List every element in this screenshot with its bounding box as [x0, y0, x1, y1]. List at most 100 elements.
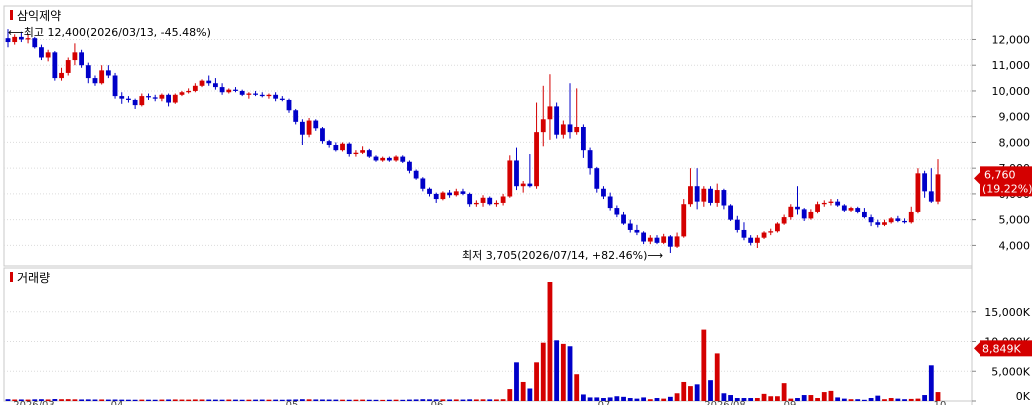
- volume-bar: [534, 362, 539, 401]
- volume-bar: [393, 399, 399, 401]
- volume-bar: [708, 380, 713, 401]
- volume-bar: [507, 389, 513, 401]
- candle-body: [527, 183, 533, 187]
- volume-bar: [326, 399, 332, 401]
- candle-body: [233, 89, 238, 91]
- volume-bar: [139, 399, 145, 401]
- candle-body: [186, 90, 192, 93]
- volume-bar: [560, 343, 566, 401]
- volume-bar: [172, 399, 178, 401]
- candle-body: [146, 96, 151, 98]
- volume-bar: [413, 399, 419, 401]
- price-tick-label: 4,000: [999, 239, 1031, 252]
- volume-bar: [320, 399, 325, 401]
- title-marker: [10, 10, 13, 20]
- volume-bar: [688, 386, 693, 401]
- last-volume-label: 8,849K: [982, 342, 1021, 355]
- volume-bar: [768, 396, 774, 401]
- candle-body: [286, 99, 292, 111]
- volume-bar: [882, 399, 887, 401]
- volume-bar: [641, 397, 647, 401]
- candle-body: [775, 223, 780, 232]
- candle-body: [808, 211, 814, 219]
- volume-bar: [273, 399, 279, 401]
- chart-canvas[interactable]: 12,00011,00010,0009,0008,0007,0006,0005,…: [0, 0, 1035, 409]
- stock-chart: 12,00011,00010,0009,0008,0007,0006,0005,…: [0, 0, 1035, 409]
- candle-body: [139, 96, 145, 106]
- volume-bar: [99, 399, 105, 401]
- candle-body: [908, 211, 914, 223]
- volume-bar: [775, 396, 780, 401]
- candle-body: [580, 126, 586, 151]
- volume-bar: [353, 399, 359, 401]
- volume-bar: [554, 340, 560, 401]
- price-tick-label: 11,000: [992, 59, 1031, 72]
- x-tick-label: 06: [431, 400, 444, 405]
- candle-body: [734, 219, 740, 230]
- candle-body: [393, 156, 399, 161]
- volume-bar: [467, 399, 473, 401]
- volume-bar: [694, 384, 700, 401]
- candle-body: [420, 178, 426, 189]
- volume-bar: [186, 399, 192, 401]
- volume-bar: [480, 399, 486, 401]
- volume-bar: [614, 396, 620, 401]
- candle-body: [781, 217, 787, 224]
- volume-bar: [500, 399, 506, 401]
- x-tick-label: 04: [111, 400, 124, 405]
- volume-bar: [848, 399, 854, 401]
- candle-body: [594, 168, 600, 189]
- volume-bar: [166, 399, 171, 401]
- candle-body: [72, 52, 78, 61]
- candle-body: [741, 229, 747, 238]
- volume-title-marker: [10, 272, 13, 282]
- candle-body: [306, 120, 312, 135]
- volume-bar: [821, 392, 827, 401]
- price-tick-label: 5,000: [999, 214, 1031, 227]
- candle-body: [39, 47, 44, 58]
- candle-body: [192, 85, 198, 91]
- candle-body: [627, 223, 633, 230]
- volume-bar: [895, 398, 901, 401]
- candle-body: [654, 237, 660, 243]
- candle-body: [65, 60, 71, 73]
- candle-body: [226, 89, 232, 93]
- candle-body: [219, 87, 225, 93]
- candle-body: [59, 72, 64, 79]
- volume-bar: [366, 399, 372, 401]
- candle-body: [326, 141, 332, 146]
- volume-bar: [246, 399, 252, 401]
- candle-body: [213, 83, 218, 88]
- volume-bar: [835, 397, 841, 401]
- volume-bar: [487, 399, 493, 401]
- candle-body: [821, 202, 827, 205]
- volume-bar: [206, 399, 212, 401]
- candle-body: [266, 94, 272, 97]
- volume-bar: [808, 395, 814, 401]
- volume-bar: [72, 399, 78, 401]
- volume-bar: [748, 398, 754, 401]
- volume-tick-label: 15,000K: [984, 306, 1030, 319]
- candle-body: [667, 236, 673, 247]
- last-change-label: (19.22%): [982, 182, 1033, 195]
- candle-body: [661, 236, 667, 243]
- candle-body: [320, 128, 325, 142]
- volume-bar: [908, 398, 914, 401]
- candle-body: [259, 94, 265, 97]
- volume-bar: [313, 399, 319, 401]
- candle-body: [614, 208, 620, 215]
- candle-body: [728, 205, 733, 220]
- candle-body: [172, 94, 178, 103]
- price-tick-label: 8,000: [999, 136, 1031, 149]
- volume-bar: [841, 398, 847, 401]
- candle-body: [848, 208, 854, 211]
- volume-bar: [59, 399, 64, 401]
- candle-body: [293, 110, 299, 122]
- candle-body: [701, 188, 707, 202]
- candle-body: [400, 156, 406, 162]
- volume-bar: [781, 383, 787, 401]
- candle-body: [888, 218, 894, 223]
- candle-body: [473, 202, 479, 205]
- candle-body: [360, 150, 366, 153]
- x-tick-label: 10: [934, 400, 947, 405]
